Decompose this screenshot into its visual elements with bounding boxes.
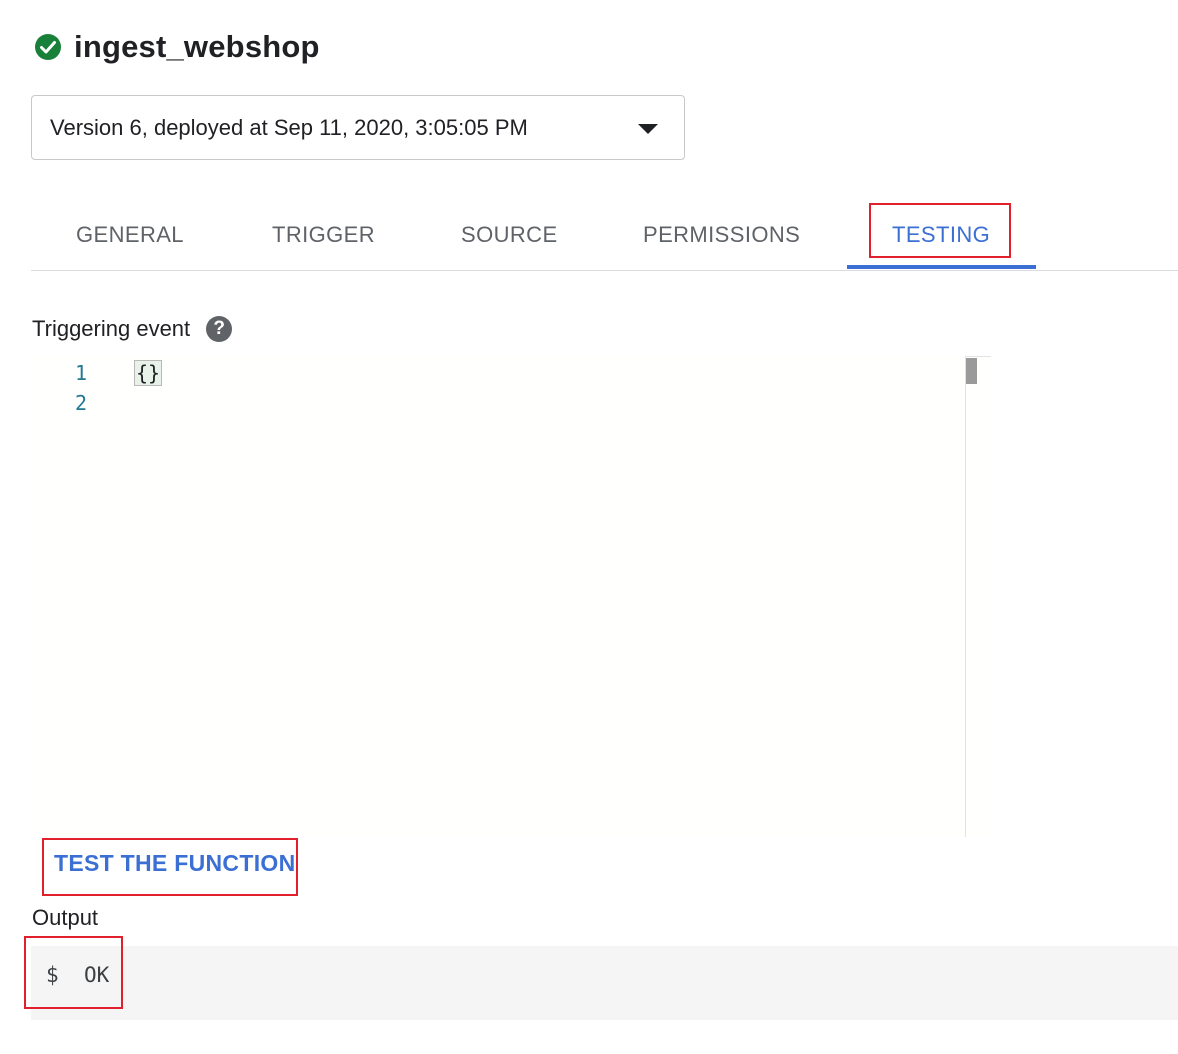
editor-scrollbar-track[interactable] bbox=[965, 356, 966, 837]
page-header: ingest_webshop bbox=[34, 28, 320, 66]
editor-code[interactable]: {} bbox=[133, 356, 163, 416]
tab-bar: GENERAL TRIGGER SOURCE PERMISSIONS TESTI… bbox=[31, 200, 1178, 271]
tab-trigger[interactable]: TRIGGER bbox=[272, 200, 375, 269]
triggering-event-heading: Triggering event ? bbox=[32, 316, 233, 342]
tab-permissions[interactable]: PERMISSIONS bbox=[643, 200, 800, 269]
check-circle-icon bbox=[35, 34, 61, 60]
tab-source[interactable]: SOURCE bbox=[461, 200, 558, 269]
output-panel bbox=[31, 946, 1178, 1020]
test-function-button[interactable]: TEST THE FUNCTION bbox=[54, 850, 295, 877]
page-title: ingest_webshop bbox=[74, 29, 320, 64]
output-label: Output bbox=[32, 905, 99, 930]
code-line-text: {} bbox=[133, 360, 163, 386]
active-tab-indicator bbox=[847, 265, 1036, 269]
tab-testing[interactable]: TESTING bbox=[892, 200, 990, 269]
editor-scrollbar-thumb[interactable] bbox=[966, 358, 977, 384]
triggering-event-editor[interactable]: 1 2 {} bbox=[31, 356, 991, 837]
editor-line-numbers: 1 2 bbox=[31, 356, 121, 416]
version-select-value: Version 6, deployed at Sep 11, 2020, 3:0… bbox=[50, 114, 528, 140]
help-icon[interactable]: ? bbox=[206, 316, 233, 342]
output-prompt: $ bbox=[46, 963, 59, 987]
version-select[interactable]: Version 6, deployed at Sep 11, 2020, 3:0… bbox=[31, 95, 685, 160]
output-text: $ OK bbox=[46, 963, 109, 987]
line-number: 1 bbox=[74, 361, 87, 385]
line-number: 2 bbox=[74, 391, 87, 415]
tab-general[interactable]: GENERAL bbox=[76, 200, 184, 269]
output-value: OK bbox=[83, 963, 110, 987]
caret-down-icon bbox=[638, 124, 658, 134]
code-line: {} bbox=[133, 356, 163, 386]
triggering-event-label: Triggering event bbox=[32, 316, 191, 341]
editor-ruler bbox=[966, 356, 991, 357]
